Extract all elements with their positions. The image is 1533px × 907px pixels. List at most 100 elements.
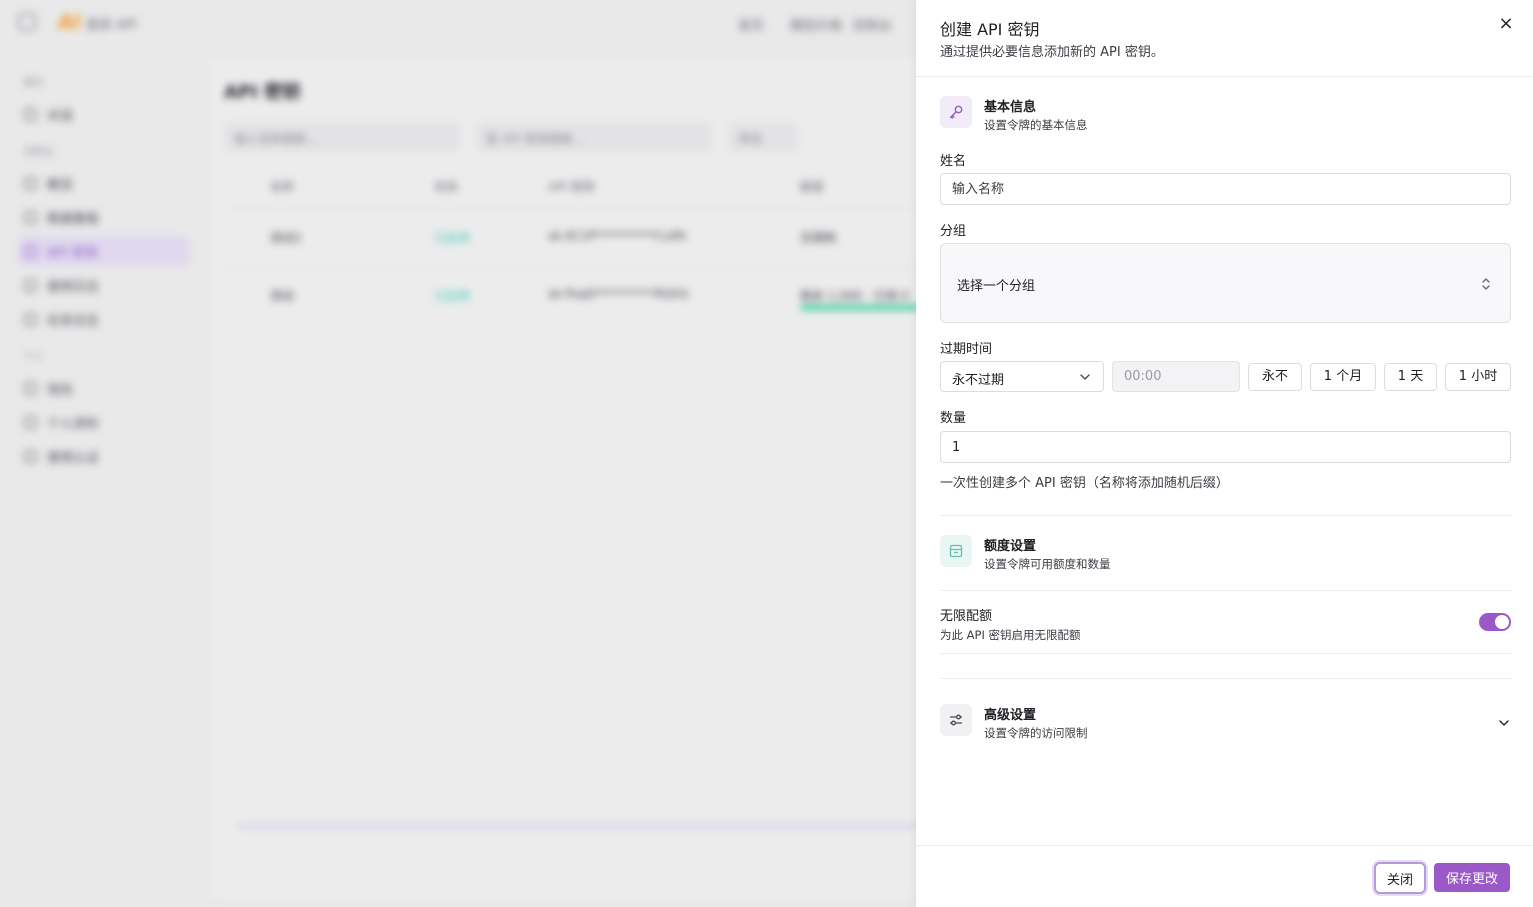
sidebar-item-dashboard[interactable]: 数据看板: [18, 202, 190, 232]
drawer-subtitle: 通过提供必要信息添加新的 API 密钥。: [940, 45, 1164, 60]
sidebar: 聊天 对话 控制台 概览 数据看板 API 密钥 使用日志 任务日志 个人 钱包…: [0, 60, 200, 475]
key-icon: [24, 244, 37, 258]
chevron-down-icon: [1080, 374, 1090, 380]
column-header: 名称: [270, 180, 295, 194]
expire-never-button[interactable]: 永不: [1248, 363, 1302, 391]
row-status: 已启用: [434, 231, 471, 245]
unlimited-quota-label: 无限配额: [940, 609, 993, 624]
sidebar-section-title: 个人: [24, 352, 44, 363]
quantity-input[interactable]: [940, 431, 1511, 463]
advanced-section-header[interactable]: 高级设置 设置令牌的访问限制: [940, 704, 1511, 744]
name-filter-input[interactable]: 输入名称搜索...: [224, 122, 460, 152]
row-name: 测试: [270, 289, 295, 303]
group-select-value: 选择一个分组: [957, 279, 1036, 294]
nav-pricing[interactable]: 模型价格: [790, 15, 842, 34]
grid-icon: [24, 210, 37, 224]
task-icon: [24, 312, 37, 326]
chart-icon: [24, 176, 37, 190]
sidebar-item-usage-logs[interactable]: 使用日志: [18, 270, 190, 300]
section-title: 基本信息: [984, 100, 1037, 115]
group-label: 分组: [940, 224, 967, 239]
sidebar-item-api-keys[interactable]: API 密钥: [18, 236, 190, 266]
wallet-icon: [24, 381, 37, 395]
key-icon: [940, 96, 972, 128]
sidebar-item-label: 使用日志: [47, 279, 100, 295]
row-quota: 剩余 1,000 · 已用 0: [800, 289, 910, 303]
drawer-header: 创建 API 密钥 通过提供必要信息添加新的 API 密钥。 ×: [916, 0, 1533, 77]
column-header: 额度: [800, 180, 825, 194]
table-row[interactable]: 测试2 已启用 sk-XC1P**********CuPA 无限制: [226, 208, 926, 266]
expiration-label: 过期时间: [940, 342, 993, 357]
user-icon: [24, 415, 37, 429]
sidebar-item-label: 概览: [47, 177, 74, 193]
expire-1-day-button[interactable]: 1 天: [1384, 363, 1437, 391]
key-search-input[interactable]: 按 API 密钥搜索...: [476, 122, 712, 152]
column-header: 状态: [434, 180, 459, 194]
row-name: 测试2: [270, 231, 302, 245]
close-icon[interactable]: ×: [1496, 14, 1516, 34]
name-label: 姓名: [940, 154, 967, 169]
quantity-hint: 一次性创建多个 API 密钥（名称将添加随机后缀）: [940, 476, 1229, 491]
chevron-down-icon[interactable]: [1497, 716, 1511, 730]
nav-console[interactable]: 控制台: [853, 15, 892, 34]
sidebar-item-profile[interactable]: 个人资料: [18, 407, 190, 437]
unlimited-quota-toggle[interactable]: [1479, 613, 1511, 631]
logo[interactable]: AI: [58, 10, 81, 34]
sidebar-item-chat[interactable]: 对话: [18, 99, 190, 129]
wallet-icon: [940, 535, 972, 567]
expire-1-month-button[interactable]: 1 个月: [1310, 363, 1376, 391]
page-title: API 密钥: [224, 82, 301, 103]
sidebar-item-verification[interactable]: 使用认证: [18, 441, 190, 471]
list-icon: [24, 278, 37, 292]
sidebar-item-label: 数据看板: [47, 211, 100, 227]
create-api-key-drawer: 创建 API 密钥 通过提供必要信息添加新的 API 密钥。 × 基本信息 设置…: [916, 0, 1533, 907]
table-row[interactable]: 测试 已启用 sk-PsaD**********RGhS 剩余 1,000 · …: [226, 266, 926, 324]
section-description: 设置令牌的访问限制: [984, 726, 1088, 740]
basic-info-section-header: 基本信息 设置令牌的基本信息: [940, 96, 1511, 136]
sidebar-toggle-icon[interactable]: [18, 13, 36, 31]
sidebar-section-title: 聊天: [24, 78, 44, 89]
divider: [940, 678, 1511, 679]
shield-icon: [24, 449, 37, 463]
section-description: 设置令牌的基本信息: [984, 118, 1088, 132]
section-title: 高级设置: [984, 708, 1037, 723]
close-button[interactable]: 关闭: [1374, 862, 1426, 894]
main-panel: API 密钥 输入名称搜索... 按 API 密钥搜索... 筛选 名称 状态 …: [210, 58, 930, 898]
table-header: 名称 状态 API 密钥 额度: [226, 168, 926, 208]
sidebar-item-label: 对话: [47, 108, 74, 124]
drawer-title: 创建 API 密钥: [940, 20, 1040, 39]
expiration-select-value: 永不过期: [952, 373, 1005, 388]
quota-section-header: 额度设置 设置令牌可用额度和数量: [940, 535, 1511, 575]
expiration-time-input: 00:00: [1112, 361, 1240, 392]
expiration-select[interactable]: 永不过期: [940, 361, 1104, 392]
user-icon: [24, 107, 37, 121]
filter-button[interactable]: 筛选: [728, 122, 798, 152]
nav-home[interactable]: 首页: [738, 15, 764, 34]
section-title: 额度设置: [984, 539, 1037, 554]
sidebar-item-label: 任务日志: [47, 313, 100, 329]
sidebar-item-task-logs[interactable]: 任务日志: [18, 304, 190, 334]
logo-text: 星辰 API: [86, 18, 137, 33]
sidebar-item-label: API 密钥: [47, 245, 98, 261]
save-button[interactable]: 保存更改: [1434, 863, 1510, 892]
sidebar-section-title: 控制台: [24, 147, 54, 158]
row-status: 已启用: [434, 289, 471, 303]
name-input[interactable]: [940, 173, 1511, 205]
sidebar-item-overview[interactable]: 概览: [18, 168, 190, 198]
quota-progress-bar: [800, 305, 920, 310]
horizontal-scrollbar[interactable]: [236, 824, 926, 828]
sidebar-item-wallet[interactable]: 钱包: [18, 373, 190, 403]
expire-1-hour-button[interactable]: 1 小时: [1445, 363, 1511, 391]
row-key: sk-PsaD**********RGhS: [548, 287, 689, 301]
chevron-up-down-icon: [1482, 278, 1490, 290]
sidebar-item-label: 使用认证: [47, 450, 100, 466]
sidebar-item-label: 钱包: [47, 382, 74, 398]
row-quota: 无限制: [800, 231, 837, 245]
toggle-knob: [1495, 615, 1509, 629]
group-select[interactable]: 选择一个分组: [940, 243, 1511, 323]
divider: [940, 515, 1511, 516]
sidebar-item-label: 个人资料: [47, 416, 100, 432]
unlimited-quota-description: 为此 API 密钥启用无限配额: [940, 628, 1081, 642]
drawer-footer: 关闭 保存更改: [916, 845, 1533, 907]
section-description: 设置令牌可用额度和数量: [984, 557, 1111, 571]
